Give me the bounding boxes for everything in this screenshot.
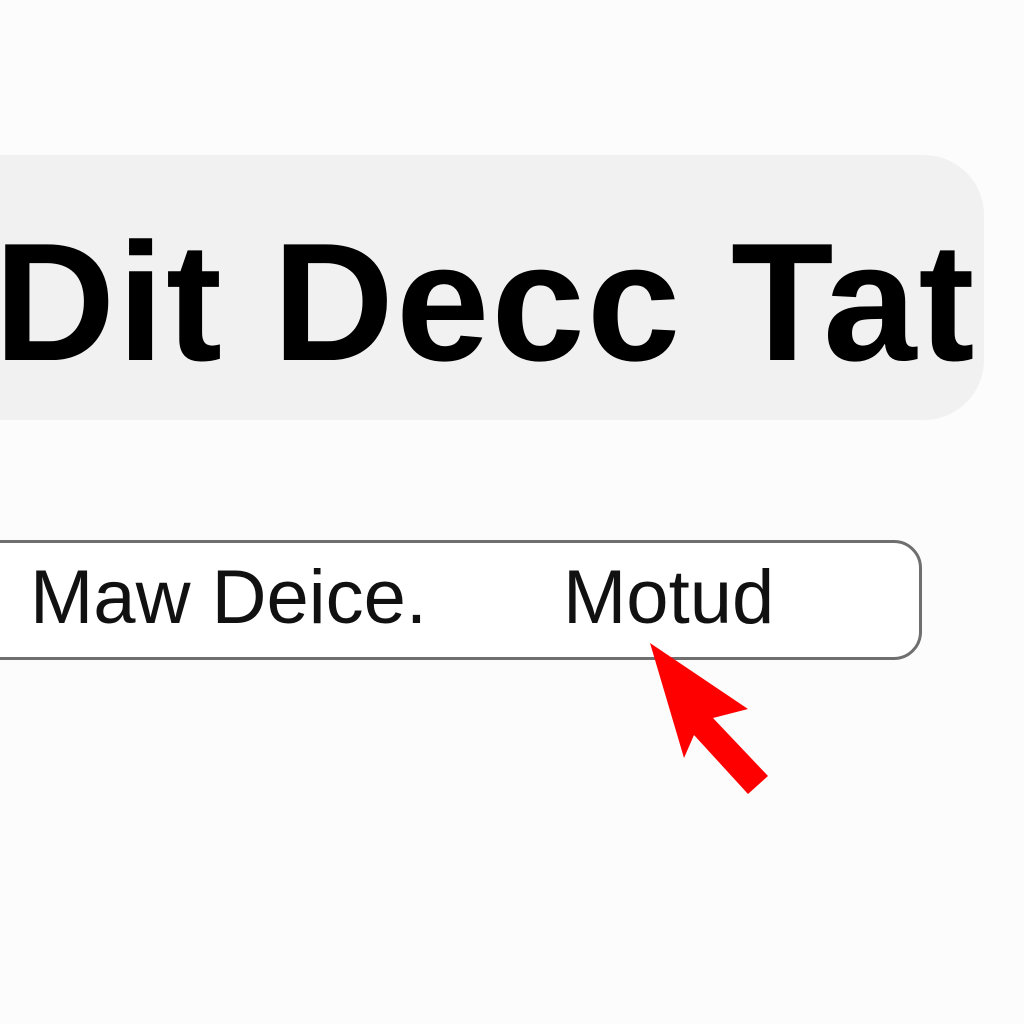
option-motud[interactable]: Motud bbox=[563, 560, 774, 636]
arrow-pointer-icon bbox=[650, 643, 768, 794]
page-title: Dit Decc Tat bbox=[0, 208, 977, 396]
option-maw-deice[interactable]: Maw Deice. bbox=[30, 560, 427, 636]
cursor-shape bbox=[650, 643, 768, 794]
